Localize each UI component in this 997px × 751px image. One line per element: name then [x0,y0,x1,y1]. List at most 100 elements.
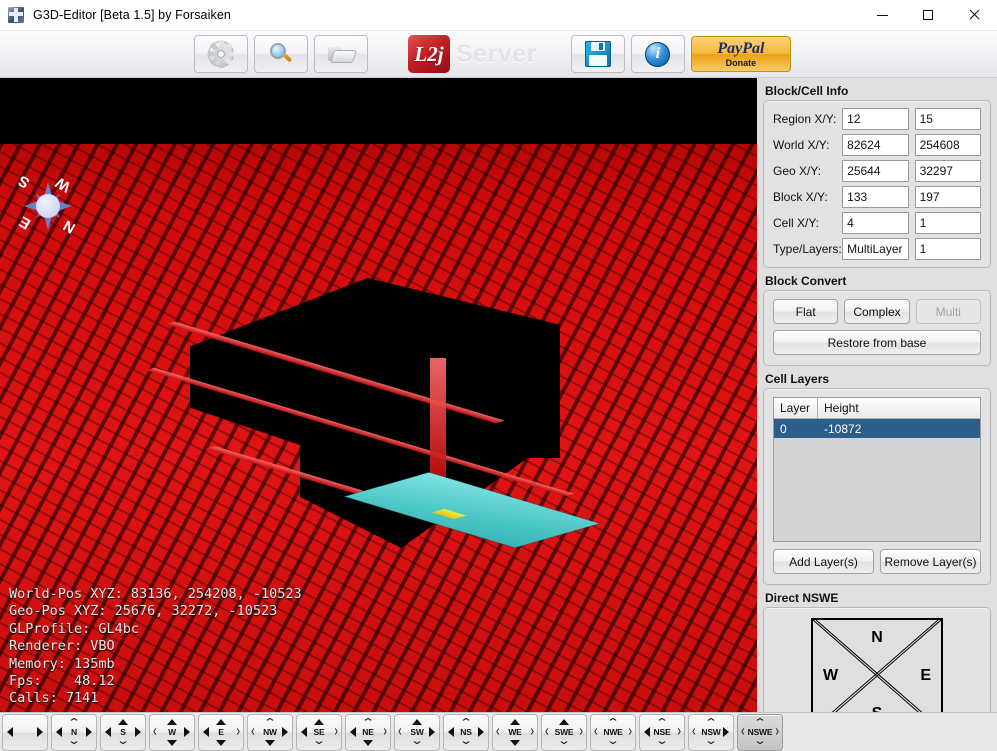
arrow-left-icon [7,727,13,737]
direction-button-n[interactable]: ⌃ ⌄ N [51,713,97,751]
info-field-y[interactable]: 15 [914,108,981,130]
info-row-label: Region X/Y: [773,112,837,126]
toolbar: L2j Server PayPal Donate [0,31,997,78]
close-button[interactable] [951,0,997,31]
direction-button-nswe[interactable]: ⌃ ‹ › ⌄ NSWE [737,713,783,751]
direction-button-label: N [71,727,77,737]
info-field-y[interactable]: 254608 [914,134,981,156]
info-field-x[interactable]: 133 [842,186,909,208]
block-cell-info-group: Region X/Y: 12 15 World X/Y: 82624 254608 Geo … [763,100,991,268]
chevron-down-icon: ⌄ [410,734,424,747]
save-button[interactable] [570,35,625,73]
restore-from-base-button-wrap: Restore from base [773,330,981,355]
window-title: G3D-Editor [Beta 1.5] by Forsaiken [33,8,231,22]
direction-button-ns[interactable]: ⌃ ⌄ NS [443,713,489,751]
compass-label-w: W [52,173,74,196]
cell-layers-table[interactable]: Layer Height 0 -10872 [773,397,981,542]
terrain-wall [430,358,446,478]
3d-viewport[interactable]: N S W E World-Pos XYZ: 83136, 254208, -1… [0,78,757,712]
direction-button-none[interactable] [2,713,48,751]
arrow-down-icon [167,739,177,746]
info-row: World X/Y: 82624 254608 [764,132,990,158]
arrow-up-icon [559,718,569,725]
info-field-x[interactable]: 4 [842,212,909,234]
info-row: Region X/Y: 12 15 [764,106,990,132]
info-field-x[interactable]: 12 [842,108,909,130]
info-field-y[interactable]: 1 [914,238,981,260]
cell-layer-actions: Add Layer(s) Remove Layer(s) [773,549,981,574]
direction-button-label: WE [508,727,522,737]
info-row-label: World X/Y: [773,138,830,152]
direction-button-ne[interactable]: ⌃ › NE [345,713,391,751]
block-cell-info-title: Block/Cell Info [765,84,849,98]
table-row[interactable]: 0 -10872 [774,419,980,438]
compass-hub [36,194,60,218]
block-convert-title: Block Convert [765,274,847,288]
direction-button-nse[interactable]: ⌃ › ⌄ NSE [639,713,685,751]
chevron-down-icon: ⌄ [116,734,130,747]
direction-button-label: NW [263,727,277,737]
compass-rose: N S W E [8,170,88,246]
direction-button-s[interactable]: ⌄ S [100,713,146,751]
info-row: Geo X/Y: 25644 32297 [764,158,990,184]
info-field-y[interactable]: 1 [914,212,981,234]
paypal-label: PayPal [717,39,765,57]
info-field-x[interactable]: MultiLayer [842,238,909,260]
info-button[interactable] [630,35,685,73]
direction-button-label: NS [460,727,472,737]
l2j-server-logo: L2j Server [408,35,537,73]
info-field-y[interactable]: 197 [914,186,981,208]
info-row-label: Block X/Y: [773,190,828,204]
application-window: G3D-Editor [Beta 1.5] by Forsaiken L2j S… [0,0,997,751]
direction-button-label: SE [313,727,325,737]
direction-button-label: SWE [554,727,574,737]
info-icon [645,41,671,67]
direct-nswe-title: Direct NSWE [765,591,839,605]
arrow-down-icon [216,739,226,746]
info-field-x[interactable]: 25644 [842,160,909,182]
minimize-button[interactable] [859,0,905,31]
direction-button-we[interactable]: ‹ › WE [492,713,538,751]
direction-button-label: NE [362,727,374,737]
arrow-up-icon [216,718,226,725]
arrow-up-icon [167,718,177,725]
info-row-label: Cell X/Y: [773,216,820,230]
chevron-down-icon: ⌄ [557,734,571,747]
arrow-right-icon [37,727,43,737]
search-button[interactable] [254,35,308,73]
remove-layers-button[interactable]: Remove Layer(s) [880,549,981,574]
direction-button-label: NSE [653,727,671,737]
restore-from-base-button[interactable]: Restore from base [773,330,981,355]
settings-button[interactable] [194,35,248,73]
direction-button-bar: ⌃ ⌄ N ⌄ S ‹ W › E ⌃ ‹ NW › ⌄ SE ⌃ › NE ‹ ⌄ SW ⌃ ⌄ NS ‹ › WE ‹ › ⌄ SWE ⌃… [0,712,997,751]
info-row: Type/Layers: MultiLayer 1 [764,236,990,262]
gear-icon [207,40,236,68]
maximize-button[interactable] [905,0,951,31]
direction-button-nw[interactable]: ⌃ ‹ NW [247,713,293,751]
app-icon [8,7,24,23]
direction-button-e[interactable]: › E [198,713,244,751]
direction-button-swe[interactable]: ‹ › ⌄ SWE [541,713,587,751]
flat-button[interactable]: Flat [773,299,839,324]
direction-button-label: E [218,727,224,737]
direction-button-se[interactable]: › ⌄ SE [296,713,342,751]
info-field-x[interactable]: 82624 [842,134,909,156]
open-button[interactable] [314,35,368,73]
direction-button-sw[interactable]: ‹ ⌄ SW [394,713,440,751]
complex-button[interactable]: Complex [844,299,910,324]
compass-label-e: E [16,212,34,233]
add-layers-button[interactable]: Add Layer(s) [773,549,874,574]
arrow-up-icon [510,718,520,725]
paypal-donate-label: Donate [725,57,757,68]
right-panel: Block/Cell Info Region X/Y: 12 15 World X/Y… [757,78,997,747]
direction-button-nsw[interactable]: ⌃ ‹ ⌄ NSW [688,713,734,751]
hud-stats-overlay: World-Pos XYZ: 83136, 254208, -10523 Geo… [9,586,302,707]
direction-button-w[interactable]: ‹ W [149,713,195,751]
cell-layer-height: -10872 [824,421,862,436]
compass-label-n: N [60,216,79,237]
direction-button-nwe[interactable]: ⌃ ‹ › ⌄ NWE [590,713,636,751]
multi-button: Multi [915,299,981,324]
paypal-donate-button[interactable]: PayPal Donate [690,36,791,72]
info-field-y[interactable]: 32297 [914,160,981,182]
logo-text: Server [456,39,537,68]
